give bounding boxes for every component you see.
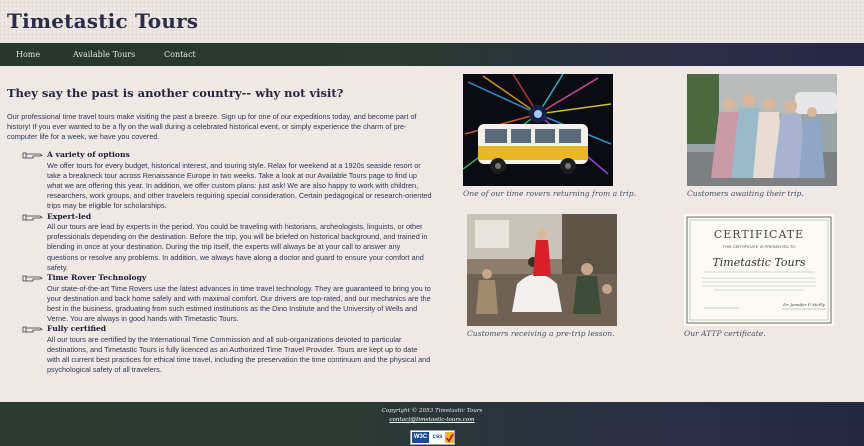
photo-caption: Customers awaiting their trip. <box>687 189 804 198</box>
pointing-hand-icon <box>22 326 43 333</box>
certificate-heading: CERTIFICATE <box>714 228 804 241</box>
pointing-hand-icon <box>22 152 43 159</box>
site-title: Timetastic Tours <box>7 9 199 33</box>
intro-paragraph: Our professional time travel tours make … <box>7 112 417 142</box>
certificate-signature: Dr. Jennifer P. McFly <box>782 302 825 307</box>
feature-text: All our tours are certified by the Inter… <box>47 334 431 375</box>
site-header: Timetastic Tours <box>0 0 864 43</box>
main-content: They say the past is another country-- w… <box>0 66 864 402</box>
contact-email-link[interactable]: contact@timetastic-tours.com <box>0 417 864 423</box>
photo-caption: One of our time rovers returning from a … <box>463 189 636 198</box>
certificate-name: Timetastic Tours <box>712 256 805 269</box>
feature-item: Fully certified All our tours are certif… <box>22 324 432 375</box>
feature-text: All our tours are lead by experts in the… <box>47 222 428 272</box>
w3c-css-badge[interactable]: W3C css <box>410 430 455 445</box>
feature-title: Time Rover Technology <box>47 273 147 283</box>
pointing-hand-icon <box>22 275 43 282</box>
feature-text: Our state-of-the-art Time Rovers use the… <box>47 283 431 324</box>
lesson-photo <box>467 214 617 326</box>
copyright-text: Copyright © 2053 Timetastic Tours <box>381 408 483 414</box>
feature-title: A variety of options <box>47 150 130 159</box>
nav-link-contact[interactable]: Contact <box>164 50 196 59</box>
certificate-subheading: THIS CERTIFICATE IS PRESENTED TO <box>722 244 795 249</box>
time-rover-bus-photo <box>463 74 613 186</box>
css-label: css <box>432 434 443 440</box>
main-heading: They say the past is another country-- w… <box>7 86 344 100</box>
pointing-hand-icon <box>22 214 43 220</box>
feature-item: Time Rover Technology Our state-of-the-a… <box>22 273 432 324</box>
certificate-photo: CERTIFICATE THIS CERTIFICATE IS PRESENTE… <box>684 214 834 326</box>
feature-item: A variety of options We offer tours for … <box>22 150 432 212</box>
nav-link-home[interactable]: Home <box>16 50 40 59</box>
customers-costume-photo <box>687 74 837 186</box>
photo-caption: Our ATTP certificate. <box>684 329 766 338</box>
photo-caption: Customers receiving a pre-trip lesson. <box>467 329 615 338</box>
feature-text: We offer tours for every budget, histori… <box>47 160 432 211</box>
checkmark-icon <box>445 432 454 443</box>
feature-item: Expert-led All our tours are lead by exp… <box>22 212 432 274</box>
feature-title: Fully certified <box>47 324 107 334</box>
w3c-logo-icon: W3C <box>412 432 429 443</box>
nav-link-available-tours[interactable]: Available Tours <box>73 50 135 59</box>
site-footer: Copyright © 2053 Timetastic Tours contac… <box>0 402 864 446</box>
feature-list: A variety of options We offer tours for … <box>22 150 432 376</box>
main-nav: Home Available Tours Contact <box>0 43 864 66</box>
feature-title: Expert-led <box>47 211 92 221</box>
